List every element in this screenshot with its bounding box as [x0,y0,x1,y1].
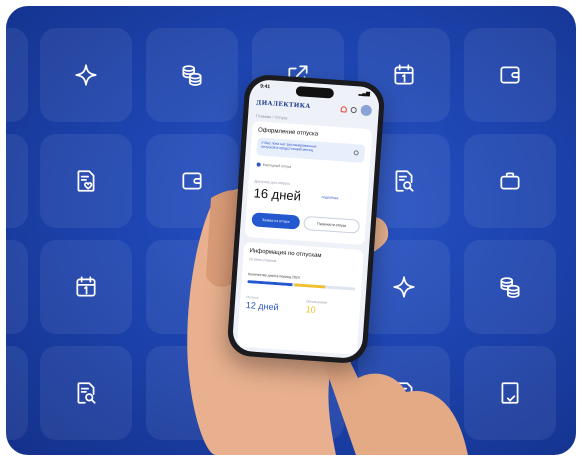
reschedule-vacation-button[interactable]: Перенести отпуск [303,215,361,234]
document-search-icon [77,382,96,404]
card-title: Оформление отпуска [257,127,319,138]
document-heart-tile [40,134,132,228]
search-icon[interactable] [350,106,357,113]
card-subtitle[interactable]: Остатки отпусков [249,257,277,263]
signal-icon: ▂▄▆ [358,90,371,98]
vacation-request-card: Оформление отпуска У Вас пока нет заплан… [244,121,373,246]
vacation-type-radio[interactable] [256,162,261,167]
document-heart-icon [77,170,95,192]
app-header: ДИАЛЕКТИКА [255,97,373,117]
vacation-info-card: Информация по отпускам Остатки отпусков … [236,241,364,355]
available-days-value: 16 дней [253,185,302,204]
remaining-value: 12 дней [245,300,279,313]
coins-icon [182,65,202,86]
briefcase-tile [464,134,556,228]
document-heart-tile [358,346,450,440]
calendar-icon [394,64,414,85]
coins-tile [464,240,556,334]
details-link[interactable]: подробнее [321,195,338,200]
phone-screen: 9:41 ▂▄▆ ДИАЛЕКТИКА Главная / Отпуск Офо… [231,78,381,360]
period-line: Количество дней в период 2024 [247,272,300,280]
briefcase-icon [500,172,520,190]
document-check-tile [464,346,556,440]
edge-tile [6,134,28,228]
avatar[interactable] [360,104,373,117]
document-search-tile [40,346,132,440]
edge-tile [6,346,28,440]
document-heart-icon [395,382,413,404]
wallet-tile [146,134,238,228]
request-vacation-button[interactable]: Заявка на отпуск [251,212,301,230]
background-card: 9:41 ▂▄▆ ДИАЛЕКТИКА Главная / Отпуск Офо… [6,6,576,455]
empty-tile [146,240,238,334]
progress-segment [293,283,326,289]
calendar-icon [76,276,96,297]
remaining-caption: Остаток [246,295,259,300]
breadcrumb[interactable]: Главная / Отпуск [256,113,288,120]
empty-tile [146,346,238,440]
used-value: 10 [305,304,317,315]
header-actions [340,103,373,117]
info-banner: У Вас пока нет запланированных отпусков … [256,137,366,163]
info-icon [353,150,359,156]
app-logo: ДИАЛЕКТИКА [255,99,311,111]
wallet-tile [464,28,556,122]
wallet-icon [182,172,202,190]
wallet-icon [500,66,520,84]
vacation-type-label: Ежегодный отпуск [262,162,292,169]
edge-tile [6,240,28,334]
document-check-icon [501,382,519,404]
coins-tile [146,28,238,122]
document-search-icon [395,170,414,192]
notification-icon[interactable] [340,105,347,113]
sparkle-icon [393,276,415,298]
progress-segment [247,280,293,286]
info-banner-text: У Вас пока нет запланированных отпусков … [260,140,317,153]
sparkle-tile [40,28,132,122]
edge-tile [6,28,28,122]
sparkle-icon [75,64,97,86]
vacation-progress-bar [247,280,356,291]
progress-segment [325,285,356,291]
phone-mockup: 9:41 ▂▄▆ ДИАЛЕКТИКА Главная / Отпуск Офо… [226,73,386,365]
coins-icon [500,277,520,298]
status-time: 9:41 [259,83,271,91]
calendar-tile [40,240,132,334]
